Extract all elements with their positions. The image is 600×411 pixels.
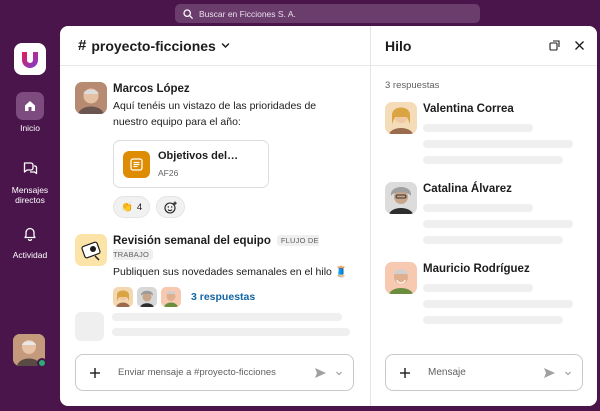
message-text: Publiquen sus novedades semanales en el …: [113, 266, 348, 278]
loading-line: [423, 284, 533, 292]
channel-header[interactable]: # proyecto-ficciones: [60, 26, 370, 66]
reply-count: 3 respuestas: [385, 80, 440, 91]
thread-reply: Mauricio Rodríguez: [385, 262, 585, 324]
plus-icon[interactable]: [84, 367, 106, 379]
loading-line: [112, 313, 342, 321]
loading-avatar: [75, 312, 104, 341]
send-icon[interactable]: [314, 367, 327, 379]
loading-line: [423, 236, 563, 244]
hash-icon: #: [78, 37, 87, 54]
reply-author[interactable]: Valentina Correa: [423, 102, 585, 116]
loading-line: [423, 300, 573, 308]
chevron-down-icon: [221, 43, 230, 49]
channel-panel: # proyecto-ficciones Marcos López Aquí t…: [60, 26, 370, 406]
message-text: Aquí tenéis un vistazo de las prioridade…: [113, 100, 317, 128]
thread-composer[interactable]: Mensaje: [385, 354, 583, 391]
loading-line: [423, 220, 573, 228]
thread-panel: Hilo 3 respuestas Valentina Correa Catal…: [370, 26, 597, 406]
rail-item-activity-label: Actividad: [12, 250, 48, 260]
thread-composer-placeholder: Mensaje: [428, 367, 466, 378]
avatar[interactable]: [385, 262, 417, 294]
thread-reply: Catalina Álvarez: [385, 182, 585, 244]
workspace-logo-icon: [22, 52, 38, 68]
file-subtitle: AF26: [158, 168, 179, 178]
reply-avatar: [113, 287, 133, 307]
chevron-down-icon[interactable]: [335, 369, 343, 377]
search-icon: [183, 8, 193, 19]
message-composer[interactable]: Enviar mensaje a #proyecto-ficciones: [75, 354, 354, 391]
close-icon[interactable]: [574, 40, 585, 51]
workspace-logo[interactable]: [14, 43, 46, 75]
thread-replies[interactable]: 3 respuestas: [113, 287, 360, 307]
bell-icon: [16, 219, 44, 247]
search-placeholder: Buscar en Ficciones S. A.: [199, 8, 296, 19]
top-bar: Buscar en Ficciones S. A.: [0, 0, 600, 26]
loading-line: [423, 316, 563, 324]
reply-avatar: [161, 287, 181, 307]
reply-avatar: [137, 287, 157, 307]
thread-reply: Valentina Correa: [385, 102, 585, 164]
add-reaction-button[interactable]: [156, 196, 186, 218]
loading-line: [423, 140, 573, 148]
message: Marcos López Aquí tenéis un vistazo de l…: [75, 82, 360, 218]
messages-icon: [16, 154, 44, 182]
loading-line: [423, 204, 533, 212]
message-author[interactable]: Marcos López: [113, 82, 360, 96]
loading-line: [423, 156, 563, 164]
thread-title: Hilo: [385, 37, 412, 54]
rail-item-home-label: Inicio: [20, 123, 40, 133]
loading-line: [112, 328, 350, 336]
search-bar[interactable]: Buscar en Ficciones S. A.: [175, 4, 480, 23]
avatar[interactable]: [385, 102, 417, 134]
reaction-clap[interactable]: 👏 4: [113, 196, 151, 218]
reply-author[interactable]: Catalina Álvarez: [423, 182, 585, 196]
add-reaction-icon: [164, 201, 177, 214]
file-title: Objetivos del…: [158, 150, 239, 162]
rail-item-home[interactable]: Inicio: [0, 92, 60, 133]
document-icon: [123, 151, 150, 178]
workflow-avatar[interactable]: [75, 234, 107, 266]
reaction-count: 4: [136, 201, 143, 213]
rail-item-activity[interactable]: Actividad: [0, 219, 60, 260]
presence-indicator: [37, 358, 47, 368]
reactions: 👏 4: [113, 196, 360, 218]
thread-header: Hilo: [371, 26, 597, 66]
home-icon: [16, 92, 44, 120]
send-icon[interactable]: [543, 367, 556, 379]
file-card[interactable]: Objetivos del… AF26: [113, 140, 269, 188]
replies-link[interactable]: 3 respuestas: [191, 291, 255, 303]
avatar[interactable]: [385, 182, 417, 214]
composer-placeholder: Enviar mensaje a #proyecto-ficciones: [118, 367, 276, 378]
loading-line: [423, 124, 533, 132]
clap-emoji: 👏: [121, 201, 133, 213]
avatar[interactable]: [75, 82, 107, 114]
rail-item-dms[interactable]: Mensajes directos: [0, 154, 60, 205]
message: Revisión semanal del equipo FLUJO DE TRAB…: [75, 234, 360, 307]
open-in-window-icon[interactable]: [549, 40, 560, 51]
chevron-down-icon[interactable]: [564, 369, 572, 377]
message-author[interactable]: Revisión semanal del equipo FLUJO DE TRAB…: [113, 234, 360, 262]
workflow-name: Revisión semanal del equipo: [113, 235, 271, 247]
plus-icon[interactable]: [394, 367, 416, 379]
reply-author[interactable]: Mauricio Rodríguez: [423, 262, 585, 276]
channel-name: proyecto-ficciones: [91, 37, 216, 54]
rail-item-dms-label: Mensajes directos: [11, 185, 49, 206]
